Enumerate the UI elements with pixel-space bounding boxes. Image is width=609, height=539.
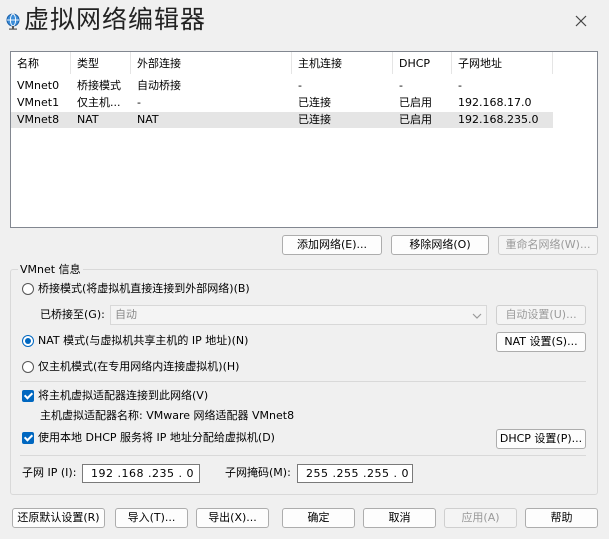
cell-type: 仅主机... bbox=[77, 96, 121, 109]
column-header-host[interactable]: 主机连接 bbox=[292, 52, 393, 74]
nat-settings-button[interactable]: NAT 设置(S)... bbox=[496, 332, 586, 352]
add-network-button[interactable]: 添加网络(E)... bbox=[282, 235, 382, 255]
chevron-down-icon bbox=[472, 309, 482, 327]
cell-type: NAT bbox=[77, 113, 99, 126]
column-header-external[interactable]: 外部连接 bbox=[131, 52, 292, 74]
cell-external: - bbox=[137, 96, 141, 109]
vmnet-info-group bbox=[10, 269, 598, 495]
cell-name: VMnet8 bbox=[17, 113, 60, 126]
subnet-ip-input[interactable]: 192 .168 .235 . 0 bbox=[82, 464, 200, 483]
host-only-label[interactable]: 仅主机模式(在专用网络内连接虚拟机)(H) bbox=[38, 360, 239, 374]
table-row[interactable]: VMnet1 仅主机... - 已连接 已启用 192.168.17.0 bbox=[11, 95, 553, 111]
column-header-subnet[interactable]: 子网地址 bbox=[452, 52, 553, 74]
cell-type: 桥接模式 bbox=[77, 79, 121, 92]
import-button[interactable]: 导入(T)... bbox=[115, 508, 188, 528]
divider bbox=[20, 455, 586, 456]
use-dhcp-label[interactable]: 使用本地 DHCP 服务将 IP 地址分配给虚拟机(D) bbox=[38, 431, 275, 445]
close-icon bbox=[575, 15, 587, 27]
remove-network-button[interactable]: 移除网络(O) bbox=[391, 235, 489, 255]
dhcp-settings-button[interactable]: DHCP 设置(P)... bbox=[496, 429, 586, 449]
cell-external: 自动桥接 bbox=[137, 79, 181, 92]
divider bbox=[20, 381, 586, 382]
rename-network-button[interactable]: 重命名网络(W)... bbox=[498, 235, 598, 255]
host-only-radio[interactable] bbox=[22, 361, 34, 373]
export-button[interactable]: 导出(X)... bbox=[196, 508, 269, 528]
cancel-button[interactable]: 取消 bbox=[363, 508, 436, 528]
window-title: 虚拟网络编辑器 bbox=[24, 5, 207, 34]
nat-mode-radio[interactable] bbox=[22, 335, 34, 347]
apply-button[interactable]: 应用(A) bbox=[444, 508, 517, 528]
ok-button[interactable]: 确定 bbox=[282, 508, 355, 528]
bridged-to-label: 已桥接至(G): bbox=[40, 308, 105, 321]
cell-dhcp: 已启用 bbox=[399, 113, 432, 126]
column-header-name[interactable]: 名称 bbox=[11, 52, 71, 74]
column-header-dhcp[interactable]: DHCP bbox=[393, 52, 452, 74]
bridge-mode-radio[interactable] bbox=[22, 283, 34, 295]
subnet-mask-label: 子网掩码(M): bbox=[225, 466, 291, 479]
restore-defaults-button[interactable]: 还原默认设置(R) bbox=[12, 508, 105, 528]
cell-name: VMnet1 bbox=[17, 96, 60, 109]
cell-dhcp: - bbox=[399, 79, 403, 92]
cell-external: NAT bbox=[137, 113, 159, 126]
cell-host: 已连接 bbox=[298, 113, 331, 126]
subnet-ip-label: 子网 IP (I): bbox=[22, 466, 77, 479]
connect-adapter-checkbox[interactable] bbox=[22, 390, 34, 402]
auto-settings-button[interactable]: 自动设置(U)... bbox=[496, 305, 586, 325]
cell-name: VMnet0 bbox=[17, 79, 60, 92]
table-row[interactable]: VMnet0 桥接模式 自动桥接 - - - bbox=[11, 78, 553, 94]
nat-mode-label[interactable]: NAT 模式(与虚拟机共享主机的 IP 地址)(N) bbox=[38, 334, 248, 348]
use-dhcp-checkbox[interactable] bbox=[22, 432, 34, 444]
cell-subnet: - bbox=[458, 79, 462, 92]
table-row-selected[interactable]: VMnet8 NAT NAT 已连接 已启用 192.168.235.0 bbox=[11, 112, 553, 128]
bridged-to-value: 自动 bbox=[115, 308, 137, 321]
cell-subnet: 192.168.17.0 bbox=[458, 96, 532, 109]
cell-dhcp: 已启用 bbox=[399, 96, 432, 109]
help-button[interactable]: 帮助 bbox=[525, 508, 598, 528]
subnet-mask-input[interactable]: 255 .255 .255 . 0 bbox=[297, 464, 413, 483]
cell-subnet: 192.168.235.0 bbox=[458, 113, 539, 126]
vmnet-info-label: VMnet 信息 bbox=[18, 261, 83, 277]
column-header-type[interactable]: 类型 bbox=[71, 52, 131, 74]
close-button[interactable] bbox=[566, 8, 596, 34]
adapter-name-text: 主机虚拟适配器名称: VMware 网络适配器 VMnet8 bbox=[40, 409, 295, 422]
bridged-to-select[interactable]: 自动 bbox=[110, 305, 487, 325]
connect-adapter-label[interactable]: 将主机虚拟适配器连接到此网络(V) bbox=[38, 389, 208, 403]
bridge-mode-label[interactable]: 桥接模式(将虚拟机直接连接到外部网络)(B) bbox=[38, 282, 250, 296]
network-globe-icon bbox=[4, 12, 22, 30]
cell-host: 已连接 bbox=[298, 96, 331, 109]
network-list[interactable]: 名称 类型 外部连接 主机连接 DHCP 子网地址 VMnet0 桥接模式 自动… bbox=[10, 51, 598, 228]
cell-host: - bbox=[298, 79, 302, 92]
